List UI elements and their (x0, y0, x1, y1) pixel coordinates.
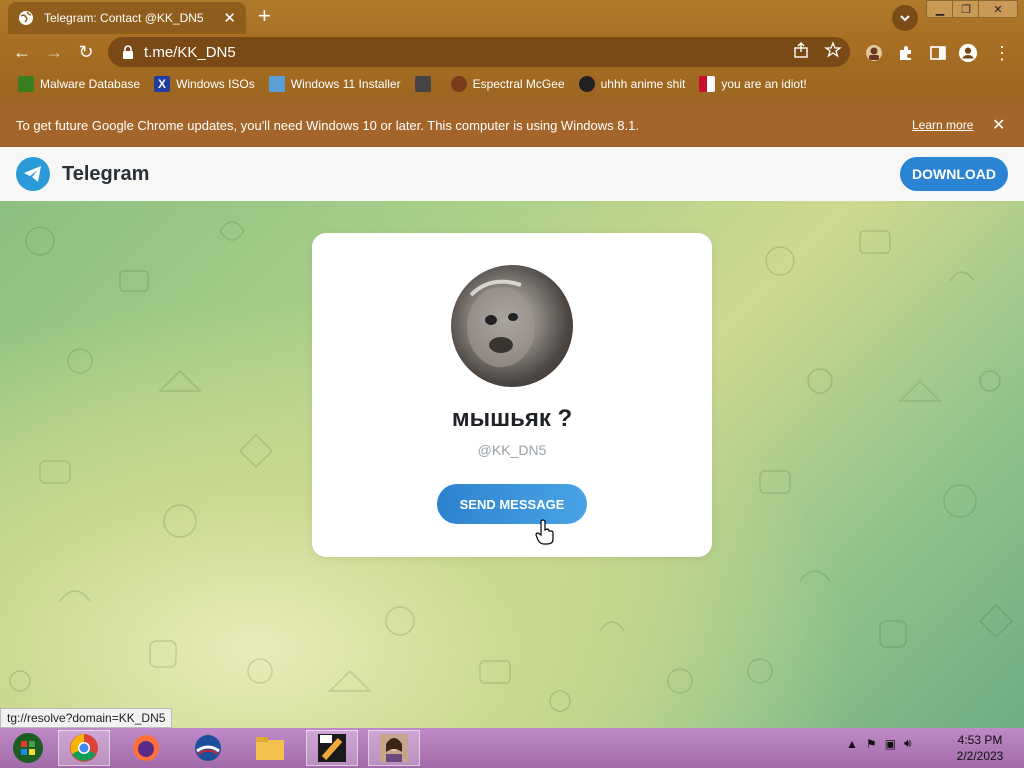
windows-logo-icon (13, 733, 43, 763)
volume-icon[interactable]: 🔊︎ (904, 736, 912, 751)
flag-icon (699, 76, 716, 92)
bookmark-site[interactable] (414, 76, 437, 92)
contact-avatar (451, 265, 573, 387)
app-64-icon (318, 734, 346, 762)
address-bar[interactable]: t.me/KK_DN5 (108, 37, 850, 67)
globe-icon (19, 11, 33, 25)
bookmark-espectral-mcgee[interactable]: Espectral McGee (450, 76, 565, 92)
minimize-button[interactable]: ▁ (926, 0, 954, 18)
taskbar-app-64[interactable] (306, 730, 358, 766)
bookmark-anime[interactable]: uhhh anime shit (578, 76, 685, 92)
clock-time: 4:53 PM (957, 733, 1003, 747)
tab-search-button[interactable] (892, 5, 918, 31)
bookmarks-bar: Malware Database X Windows ISOs Windows … (0, 72, 1024, 96)
taskbar-file-explorer[interactable] (244, 730, 296, 766)
tab-title: Telegram: Contact @KK_DN5 (44, 11, 204, 25)
side-panel-icon[interactable] (928, 43, 948, 63)
taskbar-portrait-app[interactable] (368, 730, 420, 766)
clock-date: 2/2/2023 (956, 749, 1004, 763)
account-icon[interactable] (958, 43, 978, 63)
flag-icon[interactable]: ⚑ (866, 737, 877, 751)
chrome-icon (70, 734, 98, 762)
taskbar-chrome[interactable] (58, 730, 110, 766)
telegram-header: Telegram DOWNLOAD (0, 147, 1024, 201)
send-message-button[interactable]: SEND MESSAGE (437, 484, 587, 524)
anime-icon (578, 76, 595, 92)
browser-frame: Telegram: Contact @KK_DN5 ✕ + ▁ ❐ ✕ ← → … (0, 0, 1024, 103)
taskbar-clock[interactable]: 4:53 PM 2/2/2023 (948, 732, 1012, 764)
avatar-icon (450, 76, 467, 92)
back-button[interactable]: ← (10, 40, 34, 64)
bookmark-windows-11-installer[interactable]: Windows 11 Installer (268, 76, 401, 92)
browser-tab[interactable]: Telegram: Contact @KK_DN5 ✕ (8, 2, 246, 34)
profile-extension-icon[interactable] (864, 43, 884, 63)
share-icon[interactable] (792, 41, 810, 59)
bookmark-malware-database[interactable]: Malware Database (18, 76, 140, 92)
reload-button[interactable]: ↻ (74, 40, 98, 64)
download-button[interactable]: DOWNLOAD (900, 157, 1008, 191)
extensions-icon[interactable] (896, 43, 916, 63)
restore-button[interactable]: ❐ (952, 0, 980, 18)
start-button[interactable] (2, 730, 54, 766)
new-tab-button[interactable]: + (258, 5, 271, 27)
bookmark-you-are-an-idiot[interactable]: you are an idiot! (699, 76, 807, 92)
url-text: t.me/KK_DN5 (144, 43, 236, 61)
tray-expand-icon[interactable]: ▲ (846, 737, 858, 751)
contact-name: мышьяк ? (451, 405, 573, 432)
star-icon[interactable] (824, 41, 842, 59)
status-bar-url: tg://resolve?domain=KK_DN5 (0, 708, 173, 728)
hand-cursor-icon (535, 519, 554, 545)
bookmark-windows-isos[interactable]: X Windows ISOs (154, 76, 255, 92)
firefox-icon (133, 735, 159, 761)
close-tab-icon[interactable]: ✕ (223, 9, 236, 27)
folder-icon (18, 76, 34, 92)
update-infobar: To get future Google Chrome updates, you… (0, 103, 1024, 147)
chevron-down-icon (900, 15, 910, 22)
windows-taskbar: ▲ ⚑ ▣ 🔊︎ 4:53 PM 2/2/2023 (0, 728, 1024, 768)
learn-more-link[interactable]: Learn more (912, 118, 973, 132)
close-infobar-icon[interactable]: ✕ (992, 115, 1005, 135)
portrait-icon (380, 734, 408, 762)
x-logo-icon: X (154, 76, 171, 92)
infobar-message: To get future Google Chrome updates, you… (16, 117, 639, 133)
forward-button[interactable]: → (42, 40, 66, 64)
browser-toolbar: ← → ↻ t.me/KK_DN5 ⋮ (0, 34, 1024, 70)
app-logo-icon (195, 735, 221, 761)
taskbar-app-blue[interactable] (182, 730, 234, 766)
taskbar-firefox[interactable] (120, 730, 172, 766)
folder-icon (256, 737, 284, 760)
contact-handle: @KK_DN5 (477, 442, 547, 458)
telegram-brand[interactable]: Telegram (62, 163, 149, 186)
close-window-button[interactable]: ✕ (978, 0, 1018, 18)
contact-card: мышьяк ? @KK_DN5 SEND MESSAGE (312, 233, 712, 557)
lock-icon (123, 45, 133, 59)
menu-kebab-icon[interactable]: ⋮ (992, 43, 1012, 63)
system-tray: ▲ ⚑ ▣ 🔊︎ (846, 736, 912, 751)
site-icon (414, 76, 431, 92)
telegram-logo-icon[interactable] (16, 157, 50, 191)
network-icon[interactable]: ▣ (885, 737, 896, 751)
installer-icon (268, 76, 285, 92)
